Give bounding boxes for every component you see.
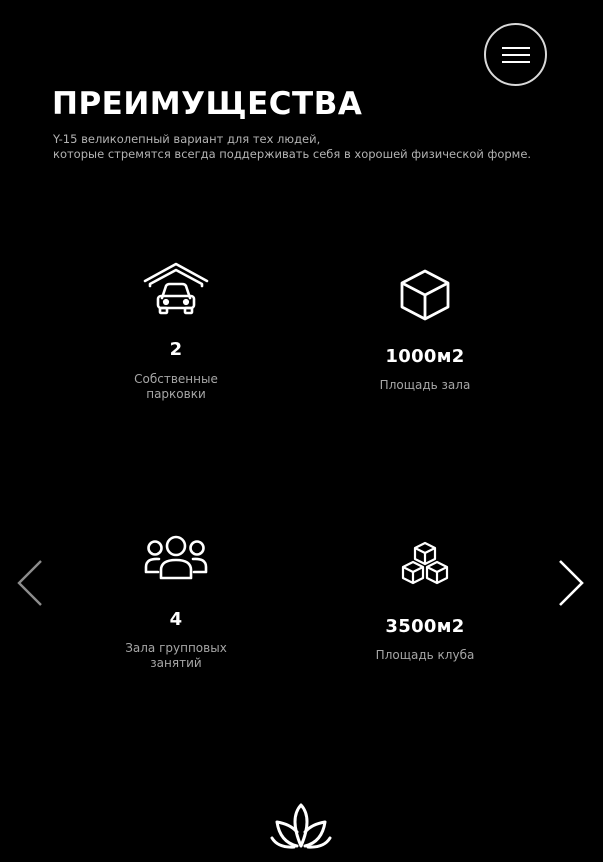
carousel-next-button[interactable]	[556, 558, 586, 608]
feature-label-line: Площадь зала	[379, 378, 471, 392]
page-title: ПРЕИМУЩЕСТВА	[52, 86, 363, 122]
menu-button[interactable]	[484, 23, 547, 86]
cubes-icon	[398, 541, 452, 591]
feature-value: 3500м2	[385, 616, 465, 637]
feature-label: Площадь клуба	[340, 648, 510, 663]
carousel-prev-button[interactable]	[15, 558, 45, 608]
feature-label-line: Площадь клуба	[375, 648, 475, 662]
feature-club-area: 3500м2 Площадь клуба	[340, 541, 510, 681]
feature-group-rooms: 4 Зала групповых занятий	[91, 533, 261, 683]
chevron-left-icon	[15, 558, 45, 608]
feature-value: 4	[169, 609, 183, 630]
group-icon	[143, 533, 209, 585]
lotus-icon	[270, 802, 332, 852]
feature-label-line: парковки	[146, 387, 206, 401]
feature-parking: 2 Собственные парковки	[91, 262, 261, 412]
hamburger-icon	[501, 46, 531, 64]
chevron-right-icon	[556, 558, 586, 608]
feature-label: Собственные парковки	[91, 372, 261, 402]
feature-label-line: Собственные	[134, 372, 218, 386]
feature-label-line: занятий	[150, 656, 202, 670]
feature-label-line: Зала групповых	[125, 641, 227, 655]
feature-value: 1000м2	[385, 346, 465, 367]
feature-value: 2	[169, 339, 183, 360]
feature-hall-area: 1000м2 Площадь зала	[340, 268, 510, 408]
feature-label: Зала групповых занятий	[91, 641, 261, 671]
page-subtitle: Y-15 великолепный вариант для тех людей,…	[53, 132, 573, 162]
garage-car-icon	[143, 262, 209, 320]
subtitle-line: которые стремятся всегда поддерживать се…	[53, 147, 532, 161]
cube-icon	[398, 268, 452, 326]
subtitle-line: Y-15 великолепный вариант для тех людей,	[53, 132, 321, 146]
feature-label: Площадь зала	[340, 378, 510, 393]
